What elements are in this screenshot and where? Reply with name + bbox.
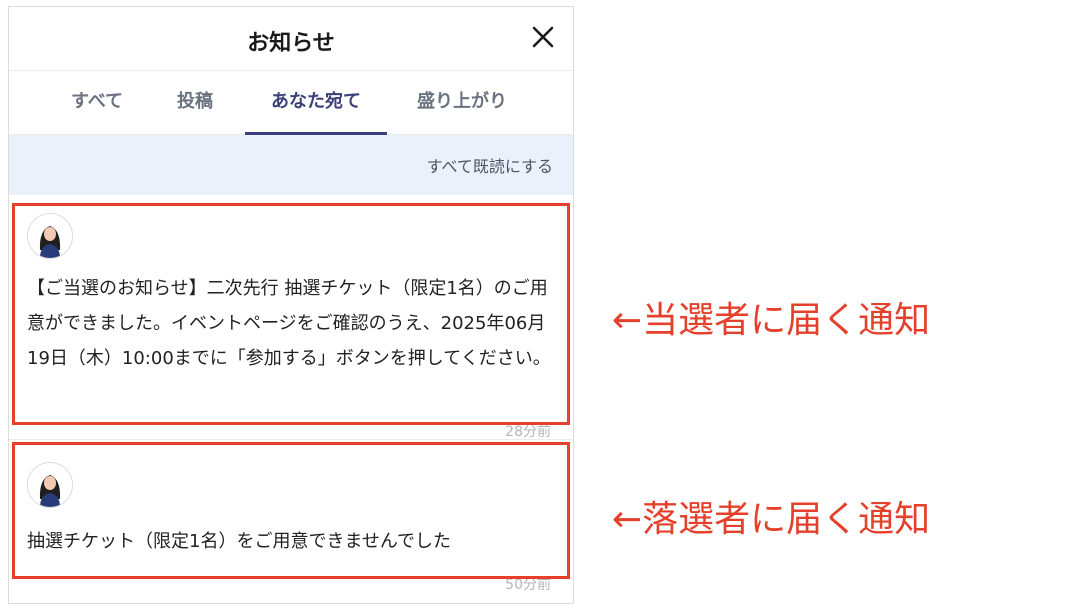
- tab-all[interactable]: すべて: [49, 71, 145, 135]
- mark-all-read-link[interactable]: すべて既読にする: [427, 153, 553, 177]
- highlight-box-winner: [12, 203, 570, 425]
- highlight-box-loser: [12, 442, 570, 579]
- tab-posts[interactable]: 投稿: [155, 71, 235, 135]
- panel-header: お知らせ: [9, 7, 573, 71]
- tab-for-you[interactable]: あなた宛て: [245, 71, 387, 135]
- tab-trending[interactable]: 盛り上がり: [397, 71, 527, 135]
- annotation-loser: ←落選者に届く通知: [612, 499, 931, 540]
- mark-all-read-bar: すべて既読にする: [9, 135, 573, 195]
- tab-bar: すべて 投稿 あなた宛て 盛り上がり: [9, 71, 573, 135]
- panel-title: お知らせ: [247, 31, 335, 56]
- close-button[interactable]: [531, 25, 555, 49]
- annotation-winner: ←当選者に届く通知: [612, 300, 931, 341]
- close-icon: [532, 26, 554, 48]
